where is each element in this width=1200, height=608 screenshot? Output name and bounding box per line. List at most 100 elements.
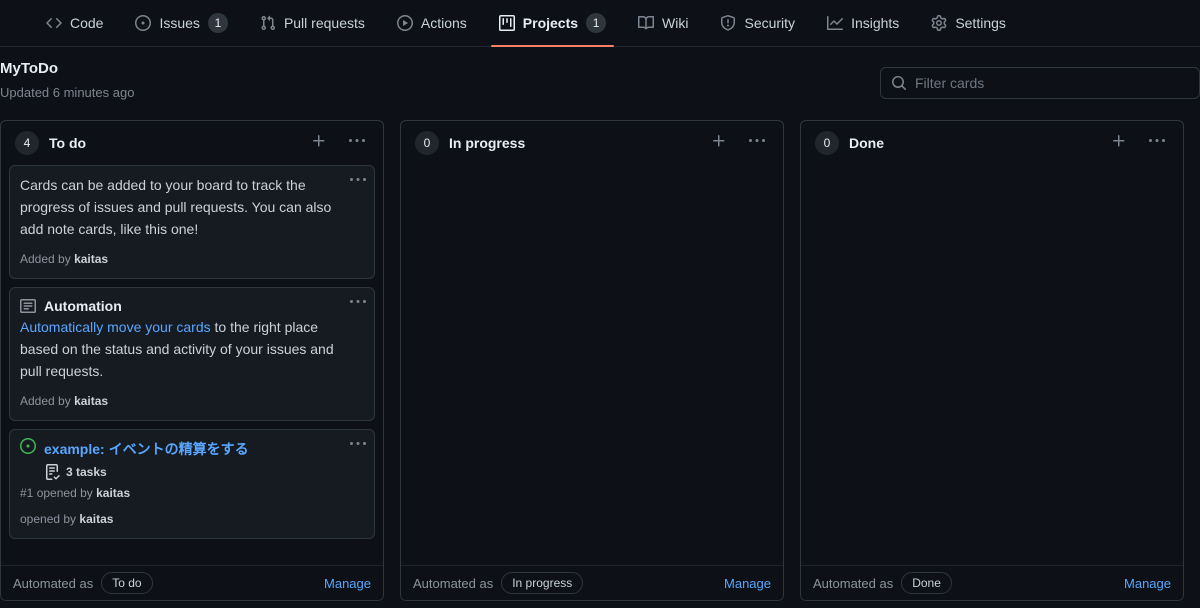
project-board: 4 To do Cards can be added to your board t… <box>0 120 1200 601</box>
nav-item-issues[interactable]: Issues 1 <box>119 0 243 47</box>
issue-meta: #1 opened by kaitas <box>20 486 364 500</box>
nav-item-counter: 1 <box>586 13 607 33</box>
column-card-count: 0 <box>815 131 839 155</box>
issue-number: #1 <box>20 486 34 500</box>
card-meta-user[interactable]: kaitas <box>79 512 113 526</box>
nav-item-counter: 1 <box>207 13 228 33</box>
nav-item-label: Security <box>744 15 796 31</box>
column-name: In progress <box>449 135 526 151</box>
add-card-button[interactable] <box>1105 129 1133 157</box>
card-menu-button[interactable] <box>350 436 366 456</box>
issue-opened-icon <box>135 15 152 31</box>
nav-item-label: Settings <box>955 15 1006 31</box>
gear-icon <box>931 15 947 31</box>
column-menu-button[interactable] <box>743 129 771 157</box>
nav-item-label: Actions <box>420 15 467 31</box>
board-card[interactable]: Cards can be added to your board to trac… <box>9 165 375 279</box>
column-card-count: 4 <box>15 131 39 155</box>
automation-status-pill: In progress <box>501 572 584 594</box>
column-automation-footer: Automated as Done Manage <box>801 565 1183 600</box>
nav-item-settings[interactable]: Settings <box>915 0 1022 47</box>
manage-automation-link[interactable]: Manage <box>324 576 371 591</box>
book-icon <box>638 15 655 31</box>
board-column: 0 In progress Automated as In progress Manag… <box>400 120 784 601</box>
column-header: 0 Done <box>801 121 1183 165</box>
card-menu-button[interactable] <box>350 172 366 192</box>
issue-meta-prefix: opened by <box>36 486 93 500</box>
nav-item-security[interactable]: Security <box>704 0 811 47</box>
column-name: Done <box>849 135 884 151</box>
card-title-row: Automation <box>20 296 364 316</box>
card-meta-user[interactable]: kaitas <box>74 252 108 266</box>
kebab-horizontal-icon <box>350 175 366 192</box>
automation-prefix: Automated as <box>13 575 94 591</box>
issue-author[interactable]: kaitas <box>96 486 130 500</box>
nav-item-label: Code <box>70 15 104 31</box>
kebab-horizontal-icon <box>350 439 366 456</box>
tasklist-icon <box>44 464 60 480</box>
automation-status-pill: Done <box>901 572 952 594</box>
project-icon <box>498 15 515 31</box>
board-column: 4 To do Cards can be added to your board t… <box>0 120 384 601</box>
code-icon <box>46 15 62 31</box>
card-title: Automation <box>44 298 122 314</box>
nav-item-label: Projects <box>522 15 579 31</box>
nav-item-insights[interactable]: Insights <box>811 0 915 47</box>
card-meta-prefix: opened by <box>20 512 77 526</box>
filter-cards-wrapper <box>880 67 1200 99</box>
card-meta: opened by kaitas <box>20 510 364 528</box>
card-meta-prefix: Added by <box>20 252 71 266</box>
plus-icon <box>311 133 327 154</box>
board-card[interactable]: example: イベントの精算をする 3 tasks #1 opened by k… <box>9 429 375 539</box>
card-meta-prefix: Added by <box>20 394 71 408</box>
nav-item-label: Issues <box>159 15 200 31</box>
automation-prefix: Automated as <box>813 575 894 591</box>
automation-status-pill: To do <box>101 572 153 594</box>
card-meta-user[interactable]: kaitas <box>74 394 108 408</box>
git-pull-request-icon <box>260 15 276 31</box>
search-icon <box>891 75 907 91</box>
nav-item-code[interactable]: Code <box>30 0 119 47</box>
add-card-button[interactable] <box>705 129 733 157</box>
card-meta: Added by kaitas <box>20 250 364 268</box>
search-input[interactable] <box>915 75 1189 91</box>
nav-item-wiki[interactable]: Wiki <box>622 0 704 47</box>
column-menu-button[interactable] <box>1143 129 1171 157</box>
card-menu-button[interactable] <box>350 294 366 314</box>
nav-item-label: Wiki <box>662 15 689 31</box>
nav-item-label: Insights <box>851 15 900 31</box>
column-automation-footer: Automated as In progress Manage <box>401 565 783 600</box>
card-note-body: Automatically move your cards to the rig… <box>20 316 364 382</box>
column-card-count: 0 <box>415 131 439 155</box>
card-title-row: example: イベントの精算をする <box>20 438 364 460</box>
plus-icon <box>1111 133 1127 154</box>
column-header: 0 In progress <box>401 121 783 165</box>
nav-item-actions[interactable]: Actions <box>381 0 483 47</box>
issue-title-link[interactable]: example: イベントの精算をする <box>44 438 249 460</box>
add-card-button[interactable] <box>305 129 333 157</box>
kebab-horizontal-icon <box>749 133 765 154</box>
column-header: 4 To do <box>1 121 383 165</box>
nav-item-projects[interactable]: Projects 1 <box>483 0 622 47</box>
kebab-horizontal-icon <box>350 297 366 314</box>
nav-item-label: Pull requests <box>283 15 365 31</box>
automation-link[interactable]: Automatically move your cards <box>20 319 211 335</box>
filter-cards-box[interactable] <box>880 67 1200 99</box>
column-card-list[interactable] <box>801 165 1183 565</box>
column-card-list[interactable]: Cards can be added to your board to trac… <box>1 165 383 565</box>
card-meta: Added by kaitas <box>20 392 364 410</box>
board-card[interactable]: Automation Automatically move your cards … <box>9 287 375 421</box>
manage-automation-link[interactable]: Manage <box>724 576 771 591</box>
manage-automation-link[interactable]: Manage <box>1124 576 1171 591</box>
issue-tasks-label: 3 tasks <box>66 465 107 479</box>
automation-prefix: Automated as <box>413 575 494 591</box>
kebab-horizontal-icon <box>349 133 365 154</box>
issue-tasks: 3 tasks <box>20 464 364 480</box>
graph-icon <box>827 15 844 31</box>
kebab-horizontal-icon <box>1149 133 1165 154</box>
play-icon <box>396 15 413 31</box>
column-menu-button[interactable] <box>343 129 371 157</box>
issue-opened-icon <box>20 438 36 454</box>
nav-item-pull-requests[interactable]: Pull requests <box>244 0 381 47</box>
column-card-list[interactable] <box>401 165 783 565</box>
